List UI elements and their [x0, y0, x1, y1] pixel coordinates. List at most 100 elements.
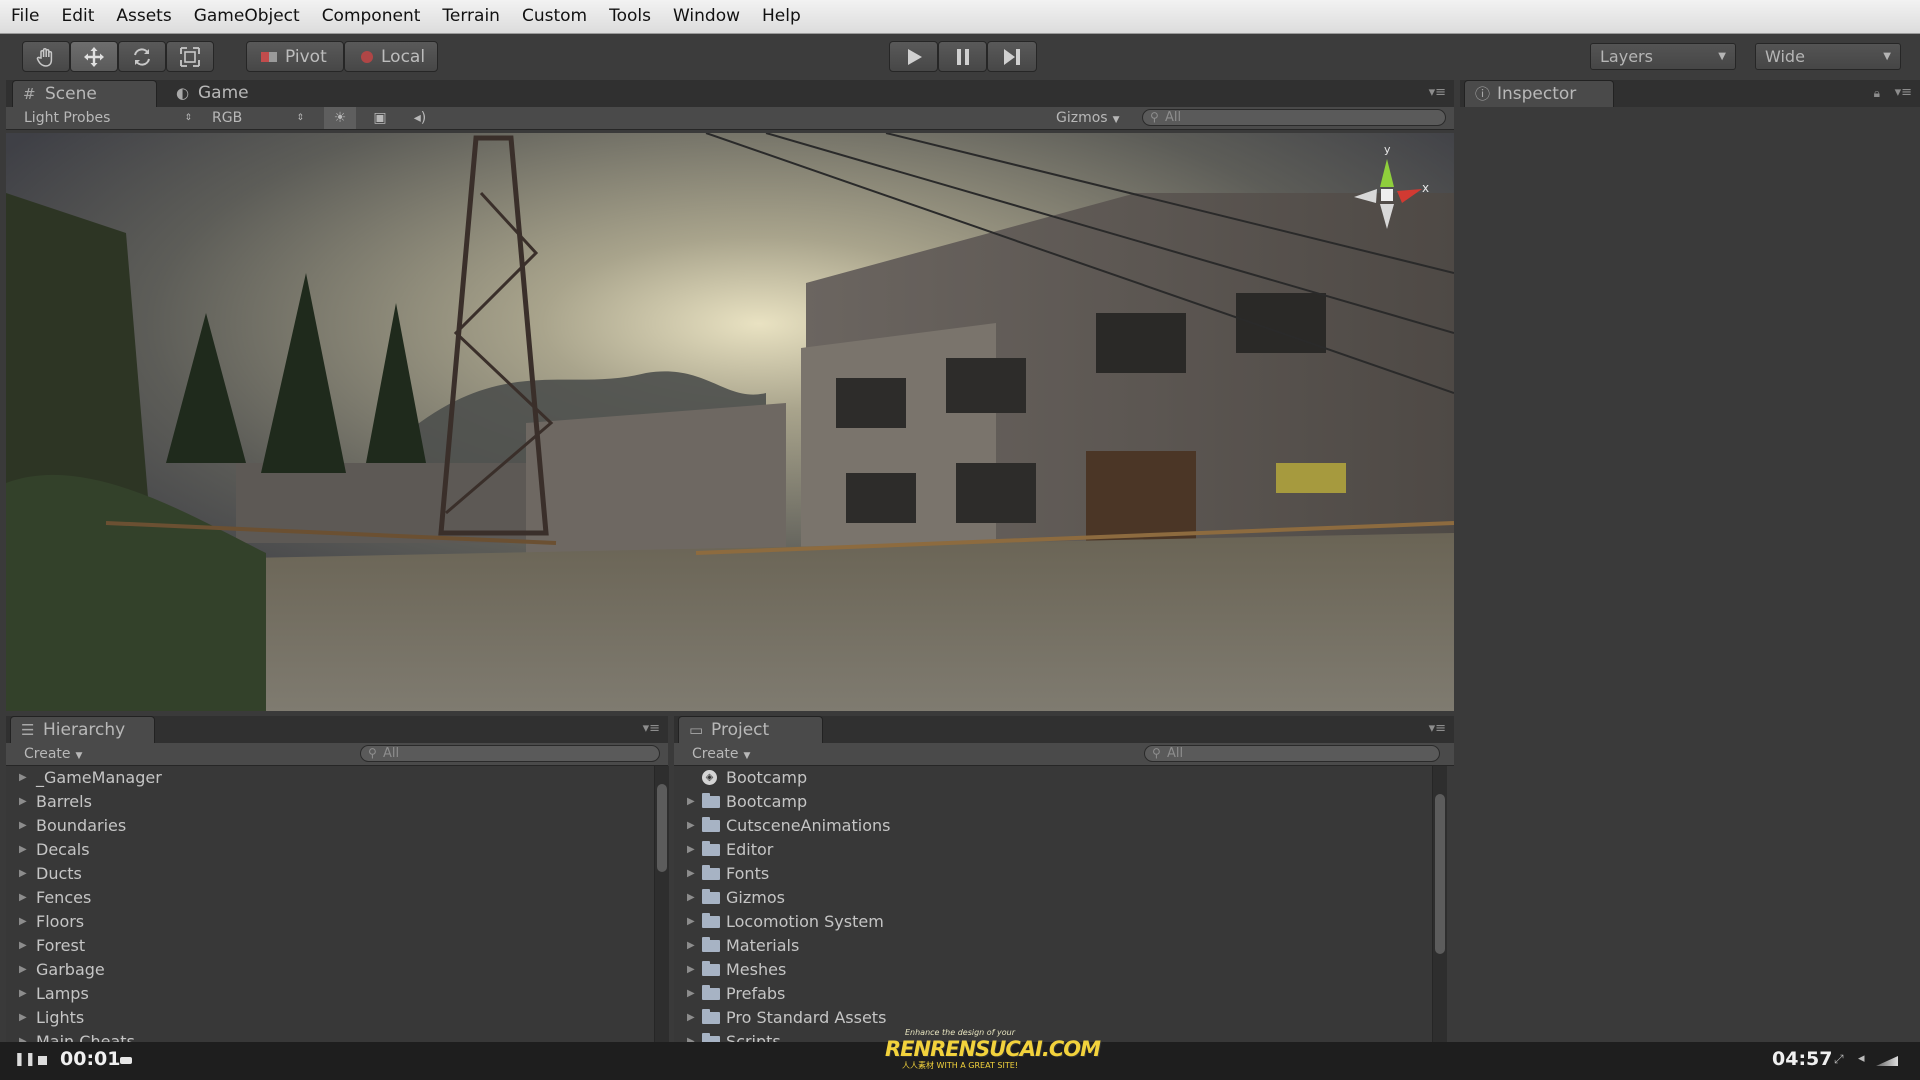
gizmos-dropdown[interactable]: Gizmos ▼ — [1056, 107, 1136, 129]
list-item[interactable]: ▶ Ducts — [6, 862, 654, 886]
tab-inspector[interactable]: ⓘ Inspector — [1464, 80, 1614, 107]
local-toggle[interactable]: Local — [344, 41, 438, 72]
expand-arrow-icon[interactable]: ▶ — [19, 886, 27, 910]
expand-arrow-icon[interactable]: ▶ — [19, 790, 27, 814]
channel-dropdown[interactable]: RGB ⇕ — [212, 107, 304, 129]
list-item[interactable]: ▶ Barrels — [6, 790, 654, 814]
tab-scene[interactable]: # Scene — [12, 80, 157, 107]
expand-arrow-icon[interactable]: ▶ — [687, 862, 695, 886]
menu-gameobject[interactable]: GameObject — [183, 0, 311, 33]
expand-arrow-icon[interactable]: ▶ — [687, 838, 695, 862]
lighting-toggle[interactable]: ☀ — [324, 107, 356, 129]
expand-arrow-icon[interactable]: ▶ — [687, 910, 695, 934]
menu-edit[interactable]: Edit — [50, 0, 105, 33]
list-item[interactable]: ▶ Garbage — [6, 958, 654, 982]
project-scrollbar[interactable] — [1432, 766, 1447, 1042]
layout-dropdown[interactable]: Wide ▼ — [1755, 43, 1901, 70]
expand-arrow-icon[interactable]: ▶ — [19, 1030, 27, 1042]
expand-arrow-icon[interactable]: ▶ — [687, 814, 695, 838]
menu-tools[interactable]: Tools — [598, 0, 662, 33]
expand-arrow-icon[interactable]: ▶ — [687, 958, 695, 982]
fullscreen-icon[interactable]: ⤢ — [1834, 1052, 1844, 1067]
hand-tool-button[interactable] — [22, 41, 70, 72]
stop-icon[interactable] — [38, 1056, 47, 1065]
scene-viewport[interactable]: y x — [6, 133, 1454, 711]
list-item[interactable]: ▶ Editor — [674, 838, 1432, 862]
panel-menu-icon[interactable]: ▾≡ — [1895, 85, 1912, 100]
expand-arrow-icon[interactable]: ▶ — [19, 1006, 27, 1030]
panel-menu-icon[interactable]: ▾≡ — [1429, 721, 1446, 736]
layers-dropdown[interactable]: Layers ▼ — [1590, 43, 1736, 70]
list-item[interactable]: ▶ _GameManager — [6, 766, 654, 790]
expand-arrow-icon[interactable]: ▶ — [19, 814, 27, 838]
expand-arrow-icon[interactable]: ▶ — [687, 886, 695, 910]
menu-file[interactable]: File — [0, 0, 50, 33]
list-item[interactable]: ▶ Prefabs — [674, 982, 1432, 1006]
list-item[interactable]: ▶ Boundaries — [6, 814, 654, 838]
list-item[interactable]: ▶ Materials — [674, 934, 1432, 958]
menu-terrain[interactable]: Terrain — [431, 0, 511, 33]
render-mode-dropdown[interactable]: Light Probes ⇕ — [24, 107, 192, 129]
list-item[interactable]: ▶ Fonts — [674, 862, 1432, 886]
volume-icon[interactable]: ◂ — [1858, 1051, 1865, 1066]
list-item[interactable]: ▶ Locomotion System — [674, 910, 1432, 934]
list-item[interactable]: ▶ Lamps — [6, 982, 654, 1006]
menu-window[interactable]: Window — [662, 0, 751, 33]
scrollbar-thumb[interactable] — [1435, 794, 1445, 954]
scrollbar-thumb[interactable] — [657, 784, 667, 872]
list-item[interactable]: ▶ Floors — [6, 910, 654, 934]
expand-arrow-icon[interactable]: ▶ — [19, 910, 27, 934]
expand-arrow-icon[interactable]: ▶ — [687, 982, 695, 1006]
panel-menu-icon[interactable]: ▾≡ — [643, 721, 660, 736]
expand-arrow-icon[interactable]: ▶ — [687, 1006, 695, 1030]
project-search-input[interactable]: ⚲ All — [1144, 745, 1440, 762]
image-effects-toggle[interactable]: ▣ — [364, 107, 396, 129]
menu-help[interactable]: Help — [751, 0, 812, 33]
project-create-dropdown[interactable]: Create ▼ — [692, 743, 750, 765]
hierarchy-create-dropdown[interactable]: Create ▼ — [24, 743, 82, 765]
list-item[interactable]: ▶ Decals — [6, 838, 654, 862]
volume-slider[interactable] — [1876, 1056, 1898, 1066]
step-button[interactable] — [987, 41, 1037, 72]
expand-arrow-icon[interactable]: ▶ — [19, 766, 27, 790]
list-item[interactable]: ▶ Gizmos — [674, 886, 1432, 910]
menu-assets[interactable]: Assets — [105, 0, 182, 33]
playhead-handle[interactable] — [120, 1057, 132, 1064]
list-item[interactable]: ▶ Bootcamp — [674, 790, 1432, 814]
panel-menu-icon[interactable]: ▾≡ — [1429, 85, 1446, 100]
expand-arrow-icon[interactable]: ▶ — [687, 790, 695, 814]
list-item[interactable]: ▶ Meshes — [674, 958, 1432, 982]
list-item[interactable]: ▶ Main Cheats — [6, 1030, 654, 1042]
list-item[interactable]: ▶ CutsceneAnimations — [674, 814, 1432, 838]
expand-arrow-icon[interactable]: ▶ — [687, 1030, 695, 1042]
hierarchy-search-input[interactable]: ⚲ All — [360, 745, 660, 762]
pivot-toggle[interactable]: Pivot — [246, 41, 344, 72]
play-button[interactable] — [889, 41, 938, 72]
list-item[interactable]: ▶ Lights — [6, 1006, 654, 1030]
scale-tool-button[interactable] — [166, 41, 214, 72]
expand-arrow-icon[interactable]: ▶ — [19, 862, 27, 886]
pause-button[interactable] — [938, 41, 987, 72]
expand-arrow-icon[interactable]: ▶ — [19, 958, 27, 982]
expand-arrow-icon[interactable]: ▶ — [687, 934, 695, 958]
menu-custom[interactable]: Custom — [511, 0, 598, 33]
list-item[interactable]: ▶ Fences — [6, 886, 654, 910]
menu-component[interactable]: Component — [311, 0, 432, 33]
audio-toggle[interactable]: ◂) — [404, 107, 436, 129]
list-item[interactable]: ▶ Forest — [6, 934, 654, 958]
scene-search-input[interactable]: ⚲ All — [1142, 109, 1446, 126]
lock-icon[interactable]: 🔒︎ — [1874, 86, 1880, 101]
expand-arrow-icon[interactable]: ▶ — [19, 838, 27, 862]
list-item[interactable]: ◈ Bootcamp — [674, 766, 1432, 790]
hierarchy-scrollbar[interactable] — [654, 766, 669, 1042]
tab-game[interactable]: ◐ Game — [166, 80, 286, 107]
expand-arrow-icon[interactable]: ▶ — [19, 982, 27, 1006]
move-tool-button[interactable] — [70, 41, 118, 72]
list-item[interactable]: ▶ Pro Standard Assets — [674, 1006, 1432, 1030]
tab-hierarchy[interactable]: ☰ Hierarchy — [10, 716, 155, 743]
tab-project[interactable]: ▭ Project — [678, 716, 823, 743]
pause-icon[interactable]: ❚❚ — [14, 1052, 36, 1067]
rotate-tool-button[interactable] — [118, 41, 166, 72]
scene-orientation-gizmo[interactable]: y x — [1342, 143, 1432, 239]
expand-arrow-icon[interactable]: ▶ — [19, 934, 27, 958]
